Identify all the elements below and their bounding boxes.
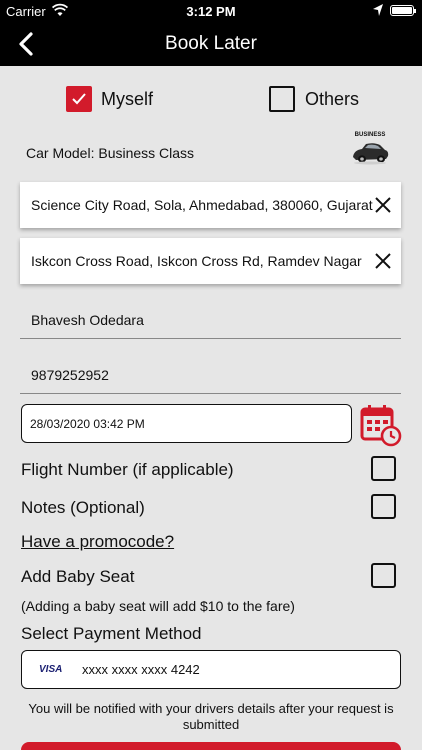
location-arrow-icon	[372, 3, 384, 20]
notes-checkbox[interactable]	[371, 494, 396, 519]
card-number: xxxx xxxx xxxx 4242	[82, 662, 200, 677]
clear-pickup-button[interactable]	[373, 195, 393, 215]
calendar-clock-button[interactable]	[359, 403, 403, 447]
checkmark-icon	[72, 93, 86, 105]
close-icon	[375, 253, 391, 269]
calendar-clock-icon	[360, 405, 402, 447]
baby-seat-label: Add Baby Seat	[21, 567, 135, 586]
submit-booking-button[interactable]	[21, 742, 401, 750]
myself-label: Myself	[101, 89, 154, 109]
visa-logo: VISA	[39, 664, 63, 675]
dropoff-address-field[interactable]: Iskcon Cross Road, Iskcon Cross Rd, Ramd…	[20, 238, 401, 284]
others-checkbox[interactable]	[269, 86, 295, 112]
baby-seat-checkbox[interactable]	[371, 563, 396, 588]
car-icon	[353, 143, 389, 165]
others-label: Others	[305, 89, 360, 109]
close-icon	[375, 197, 391, 213]
notes-label: Notes (Optional)	[21, 498, 145, 517]
myself-checkbox[interactable]	[66, 86, 92, 112]
clear-dropoff-button[interactable]	[373, 251, 393, 271]
passenger-phone-text: 9879252952	[31, 367, 109, 383]
pickup-address-field[interactable]: Science City Road, Sola, Ahmedabad, 3800…	[20, 182, 401, 228]
notification-info-text: You will be notified with your drivers d…	[28, 701, 394, 732]
pickup-datetime-text: 28/03/2020 03:42 PM	[30, 417, 145, 431]
pickup-datetime-field[interactable]: 28/03/2020 03:42 PM	[21, 404, 352, 443]
status-bar: Carrier 3:12 PM	[0, 0, 422, 22]
pickup-address-text: Science City Road, Sola, Ahmedabad, 3800…	[31, 197, 373, 213]
promocode-link[interactable]: Have a promocode?	[21, 532, 174, 552]
dropoff-address-text: Iskcon Cross Road, Iskcon Cross Rd, Ramd…	[31, 253, 362, 269]
flight-number-label: Flight Number (if applicable)	[21, 460, 234, 479]
nav-bar: Book Later	[0, 22, 422, 66]
passenger-name-text: Bhavesh Odedara	[31, 312, 144, 328]
passenger-name-field[interactable]: Bhavesh Odedara	[20, 299, 401, 339]
payment-method-selector[interactable]: VISA xxxx xxxx xxxx 4242	[21, 650, 401, 689]
payment-method-title: Select Payment Method	[21, 624, 202, 643]
baby-seat-note: (Adding a baby seat will add $10 to the …	[21, 598, 295, 614]
page-title: Book Later	[165, 33, 257, 54]
battery-icon	[390, 5, 416, 16]
car-model-label: Car Model: Business Class	[26, 145, 195, 161]
car-badge[interactable]: BUSINESS	[350, 132, 390, 168]
passenger-phone-field[interactable]: 9879252952	[20, 354, 401, 394]
clock: 3:12 PM	[186, 4, 236, 19]
flight-number-checkbox[interactable]	[371, 456, 396, 481]
